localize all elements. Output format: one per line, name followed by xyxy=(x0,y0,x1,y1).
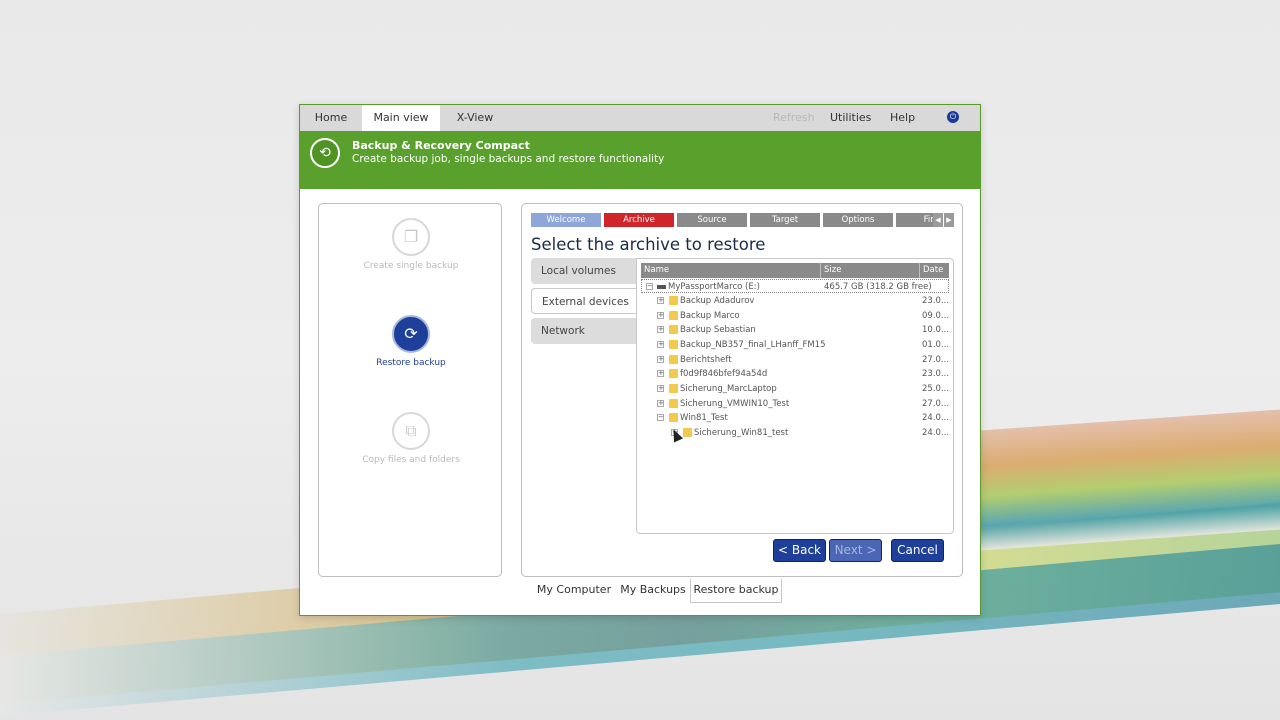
expand-icon[interactable]: + xyxy=(657,356,664,363)
tree-header: Name Size Date xyxy=(641,263,949,278)
tree-row[interactable]: + Backup Sebastian 10.0... xyxy=(641,323,949,337)
document-icon: ❐ xyxy=(392,218,430,256)
action-label: Restore backup xyxy=(376,358,446,368)
collapse-icon[interactable]: − xyxy=(657,414,664,421)
chevron-left-icon[interactable]: ◀ xyxy=(933,213,943,227)
tree-row[interactable]: + Backup Marco 09.0... xyxy=(641,309,949,323)
refresh-menu-item[interactable]: Refresh xyxy=(773,105,815,131)
tree-row[interactable]: + f0d9f846bfef94a54d 23.0... xyxy=(641,367,949,381)
back-button[interactable]: < Back xyxy=(773,539,826,562)
column-date[interactable]: Date xyxy=(920,263,949,278)
next-button[interactable]: Next > xyxy=(829,539,882,562)
tree-row[interactable]: − Win81_Test 24.0... xyxy=(641,411,949,425)
expand-icon[interactable]: + xyxy=(657,297,664,304)
column-name[interactable]: Name xyxy=(641,263,821,278)
step-target[interactable]: Target xyxy=(750,213,820,227)
tree-row[interactable]: + Sicherung_VMWIN10_Test 27.0... xyxy=(641,397,949,411)
menubar: Home Main view X-View Refresh Utilities … xyxy=(300,105,980,131)
tree-row[interactable]: + Backup_NB357_final_LHanff_FM15 01.0... xyxy=(641,338,949,352)
create-single-backup-action[interactable]: ❐ Create single backup xyxy=(319,218,503,271)
tab-my-computer[interactable]: My Computer xyxy=(533,579,615,603)
utilities-menu-item[interactable]: Utilities xyxy=(830,105,871,131)
folder-icon xyxy=(669,325,678,334)
step-source[interactable]: Source xyxy=(677,213,747,227)
tab-main-view[interactable]: Main view xyxy=(362,105,440,131)
tree-row[interactable]: + Berichtsheft 27.0... xyxy=(641,353,949,367)
copy-files-action[interactable]: ⧉ Copy files and folders xyxy=(319,412,503,465)
expand-icon[interactable]: + xyxy=(657,341,664,348)
app-subtitle: Create backup job, single backups and re… xyxy=(352,153,665,165)
page-title: Select the archive to restore xyxy=(531,235,766,254)
action-panel: ❐ Create single backup ⟳ Restore backup … xyxy=(318,203,502,577)
tab-home[interactable]: Home xyxy=(300,105,362,131)
expand-icon[interactable]: + xyxy=(657,400,664,407)
action-label: Copy files and folders xyxy=(362,455,460,465)
location-local-volumes[interactable]: Local volumes xyxy=(531,258,639,284)
chevron-right-icon[interactable]: ▶ xyxy=(944,213,954,227)
expand-icon[interactable]: + xyxy=(657,385,664,392)
location-external-devices[interactable]: External devices xyxy=(531,288,639,314)
cancel-button[interactable]: Cancel xyxy=(891,539,944,562)
wizard-panel: Welcome Archive selection Source Target … xyxy=(521,203,963,577)
step-welcome[interactable]: Welcome xyxy=(531,213,601,227)
folder-icon xyxy=(669,384,678,393)
column-size[interactable]: Size xyxy=(821,263,920,278)
folder-icon xyxy=(669,399,678,408)
help-menu-item[interactable]: Help xyxy=(890,105,915,131)
background-wave xyxy=(980,409,1280,551)
tab-x-view[interactable]: X-View xyxy=(440,105,510,131)
app-header: ⟲ Backup & Recovery Compact Create backu… xyxy=(300,131,980,189)
expand-icon[interactable]: + xyxy=(657,326,664,333)
tab-restore-backup[interactable]: Restore backup xyxy=(690,579,782,603)
folder-icon xyxy=(669,355,678,364)
drive-icon xyxy=(657,285,666,289)
copy-icon: ⧉ xyxy=(392,412,430,450)
folder-icon xyxy=(683,428,692,437)
folder-icon xyxy=(669,369,678,378)
power-icon[interactable]: ⏻ xyxy=(947,111,959,123)
location-network[interactable]: Network xyxy=(531,318,639,344)
restore-icon: ⟳ xyxy=(392,315,430,353)
action-label: Create single backup xyxy=(363,261,459,271)
step-options[interactable]: Options xyxy=(823,213,893,227)
expand-icon[interactable]: + xyxy=(657,370,664,377)
collapse-icon[interactable]: − xyxy=(646,283,653,290)
folder-icon xyxy=(669,413,678,422)
tab-my-backups[interactable]: My Backups xyxy=(617,579,689,603)
folder-icon xyxy=(669,311,678,320)
tree-row[interactable]: + Backup Adadurov 23.0... xyxy=(641,294,949,308)
tree-row-drive[interactable]: − MyPassportMarco (E:) 465.7 GB (318.2 G… xyxy=(641,279,949,293)
app-window: Home Main view X-View Refresh Utilities … xyxy=(299,104,981,616)
step-archive-selection[interactable]: Archive selection xyxy=(604,213,674,239)
folder-icon xyxy=(669,340,678,349)
archive-tree: Name Size Date − MyPassportMarco (E:) 46… xyxy=(636,258,954,534)
folder-icon xyxy=(669,296,678,305)
backup-logo-icon: ⟲ xyxy=(310,138,340,168)
restore-backup-action[interactable]: ⟳ Restore backup xyxy=(319,315,503,368)
expand-icon[interactable]: + xyxy=(657,312,664,319)
tree-row[interactable]: + Sicherung_Win81_test 24.0... xyxy=(641,426,949,440)
app-title: Backup & Recovery Compact xyxy=(352,139,530,152)
tree-row[interactable]: + Sicherung_MarcLaptop 25.0... xyxy=(641,382,949,396)
